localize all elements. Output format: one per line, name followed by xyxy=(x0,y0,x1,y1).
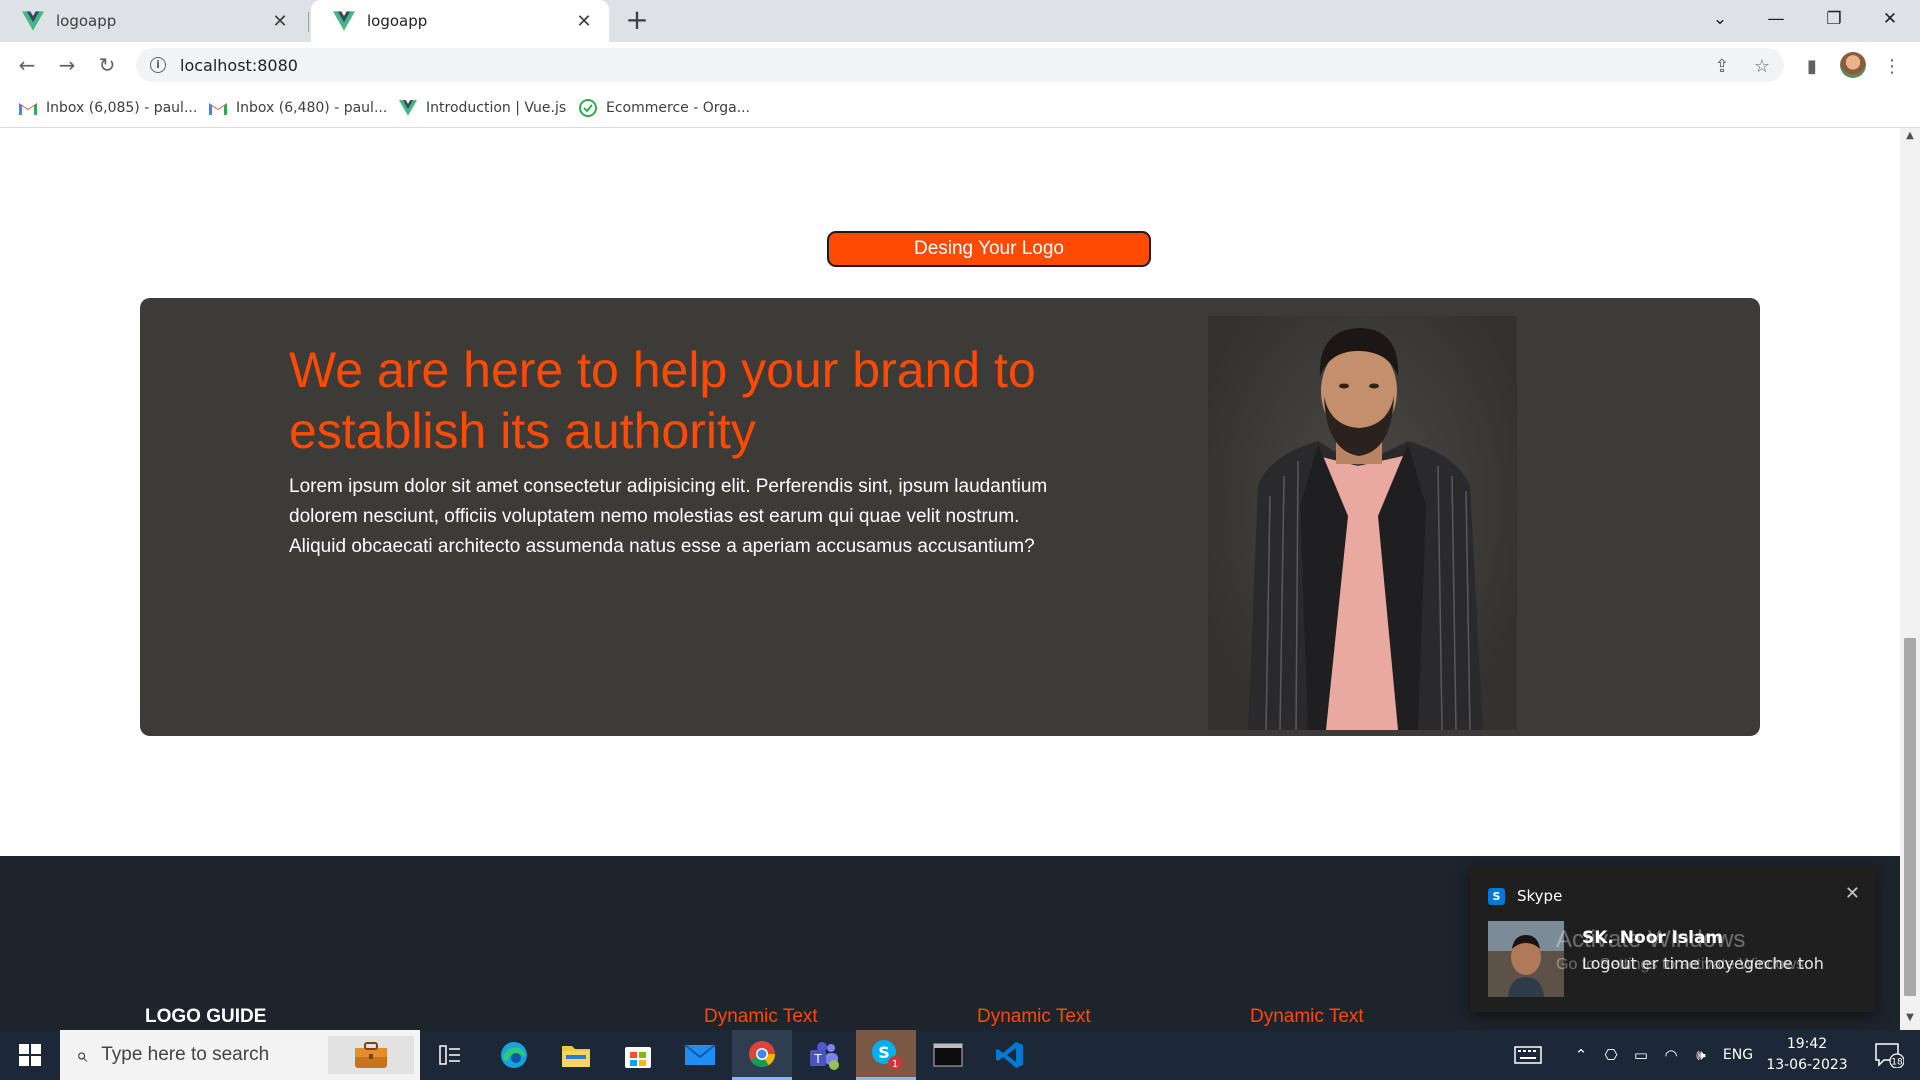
skype-icon: S xyxy=(1488,888,1505,905)
wifi-icon[interactable]: ◠ xyxy=(1658,1030,1684,1080)
chrome-icon[interactable] xyxy=(732,1030,792,1080)
search-placeholder: Type here to search xyxy=(101,1044,270,1065)
bookmark-label: Ecommerce - Orga... xyxy=(606,100,751,116)
meet-now-icon[interactable]: ⎔ xyxy=(1598,1030,1624,1080)
clock-time: 19:42 xyxy=(1786,1036,1828,1052)
gmail-icon xyxy=(208,99,228,117)
tab-title: logoapp xyxy=(56,12,117,30)
mail-icon[interactable] xyxy=(670,1030,730,1080)
tab-search-icon[interactable]: ⌄ xyxy=(1692,0,1748,38)
design-logo-button[interactable]: Desing Your Logo xyxy=(827,231,1151,267)
address-bar[interactable]: i localhost:8080 xyxy=(136,48,1784,82)
terminal-icon[interactable] xyxy=(918,1030,978,1080)
file-explorer-icon[interactable] xyxy=(546,1030,606,1080)
browser-tab-bar: logoapp ✕ logoapp ✕ + ⌄ — ❐ ✕ xyxy=(0,0,1920,42)
bookmark-label: Inbox (6,085) - paul... xyxy=(46,100,198,116)
bookmark-item[interactable]: Ecommerce - Orga... xyxy=(578,96,750,120)
skype-badge-count: 1 xyxy=(892,1059,898,1070)
browser-toolbar: ← → ↻ i localhost:8080 ⇪ ☆ ▮ ⋮ xyxy=(0,42,1920,88)
activate-windows-watermark: Activate Windows Go to Settings to activ… xyxy=(1556,926,1809,974)
watermark-title: Activate Windows xyxy=(1556,926,1746,953)
edge-icon[interactable] xyxy=(484,1030,544,1080)
teams-icon[interactable]: T xyxy=(794,1030,854,1080)
action-center-icon[interactable]: 18 xyxy=(1864,1030,1914,1080)
footer-column-heading: Dynamic Text xyxy=(1250,1006,1364,1027)
hero-section: We are here to help your brand to establ… xyxy=(140,298,1760,736)
watermark-subtitle: Go to Settings to activate Windows. xyxy=(1556,956,1809,973)
vue-icon xyxy=(333,11,355,31)
bookmark-star-icon[interactable]: ☆ xyxy=(1750,54,1774,78)
minimize-button[interactable]: — xyxy=(1748,0,1804,38)
briefcase-icon[interactable] xyxy=(328,1036,414,1074)
vue-icon xyxy=(22,11,44,31)
hero-heading: We are here to help your brand to establ… xyxy=(289,342,1036,459)
ecommerce-icon xyxy=(578,99,598,117)
scroll-up-arrow-icon[interactable]: ▲ xyxy=(1900,130,1920,146)
microsoft-store-icon[interactable] xyxy=(608,1030,668,1080)
notification-count: 18 xyxy=(1891,1058,1903,1068)
bookmarks-bar: Inbox (6,085) - paul... Inbox (6,480) - … xyxy=(0,88,1920,128)
url-text: localhost:8080 xyxy=(180,55,298,75)
page-scrollbar[interactable]: ▲ ▼ xyxy=(1900,128,1920,1030)
vscode-icon[interactable] xyxy=(980,1030,1040,1080)
tab-divider xyxy=(308,12,309,32)
vue-icon xyxy=(398,99,418,117)
back-icon[interactable]: ← xyxy=(12,50,42,80)
svg-text:S: S xyxy=(878,1043,890,1062)
tab-close-icon[interactable]: ✕ xyxy=(573,11,595,32)
tab-close-icon[interactable]: ✕ xyxy=(269,11,291,32)
bookmark-item[interactable]: Inbox (6,085) - paul... xyxy=(18,96,197,120)
svg-text:T: T xyxy=(813,1052,822,1066)
bookmark-label: Inbox (6,480) - paul... xyxy=(236,100,388,116)
browser-tab-2[interactable]: logoapp ✕ xyxy=(311,0,609,42)
taskbar-search-box[interactable]: ⌕ Type here to search xyxy=(60,1030,420,1080)
windows-start-icon[interactable] xyxy=(0,1030,60,1080)
system-clock[interactable]: 19:42 13-06-2023 xyxy=(1764,1034,1850,1076)
restore-button[interactable]: ❐ xyxy=(1806,0,1862,38)
battery-icon[interactable]: ▭ xyxy=(1628,1030,1654,1080)
portrait-photo xyxy=(1208,316,1517,730)
show-hidden-icons-icon[interactable]: ⌃ xyxy=(1568,1030,1594,1080)
reload-icon[interactable]: ↻ xyxy=(92,50,122,80)
site-info-icon[interactable]: i xyxy=(150,57,166,73)
volume-icon[interactable]: 🕪 xyxy=(1688,1030,1714,1080)
skype-taskbar-icon[interactable]: S1 xyxy=(856,1030,916,1080)
close-icon[interactable]: ✕ xyxy=(1845,883,1860,904)
menu-kebab-icon[interactable]: ⋮ xyxy=(1880,54,1904,78)
browser-tab-1[interactable]: logoapp ✕ xyxy=(0,0,305,42)
scroll-down-arrow-icon[interactable]: ▼ xyxy=(1900,1012,1920,1028)
footer-column-heading: Dynamic Text xyxy=(977,1006,1091,1027)
search-icon: ⌕ xyxy=(76,1043,88,1067)
share-icon[interactable]: ⇪ xyxy=(1710,54,1734,78)
close-window-button[interactable]: ✕ xyxy=(1862,0,1918,38)
bookmark-item[interactable]: Introduction | Vue.js xyxy=(398,96,566,120)
clock-date: 13-06-2023 xyxy=(1766,1057,1848,1073)
forward-icon[interactable]: → xyxy=(52,50,82,80)
sender-avatar xyxy=(1488,921,1564,997)
footer-title: LOGO GUIDE xyxy=(145,1006,267,1027)
new-tab-button[interactable]: + xyxy=(622,6,652,36)
side-panel-icon[interactable]: ▮ xyxy=(1800,54,1824,78)
task-view-icon[interactable] xyxy=(420,1030,480,1080)
footer-column-heading: Dynamic Text xyxy=(704,1006,818,1027)
portrait-illustration xyxy=(1248,328,1483,730)
keyboard-icon[interactable] xyxy=(1510,1030,1546,1080)
gmail-icon xyxy=(18,99,38,117)
bookmark-label: Introduction | Vue.js xyxy=(426,100,567,116)
notification-app-name: Skype xyxy=(1517,887,1563,905)
windows-taskbar: ⌕ Type here to search T S1 ⌃ ⎔ ▭ ◠ 🕪 ENG xyxy=(0,1030,1920,1080)
profile-avatar[interactable] xyxy=(1840,52,1866,78)
hero-body-text: Lorem ipsum dolor sit amet consectetur a… xyxy=(289,476,1048,557)
language-indicator[interactable]: ENG xyxy=(1718,1030,1758,1080)
bookmark-item[interactable]: Inbox (6,480) - paul... xyxy=(208,96,387,120)
tab-title: logoapp xyxy=(367,12,428,30)
scroll-thumb[interactable] xyxy=(1904,638,1916,996)
